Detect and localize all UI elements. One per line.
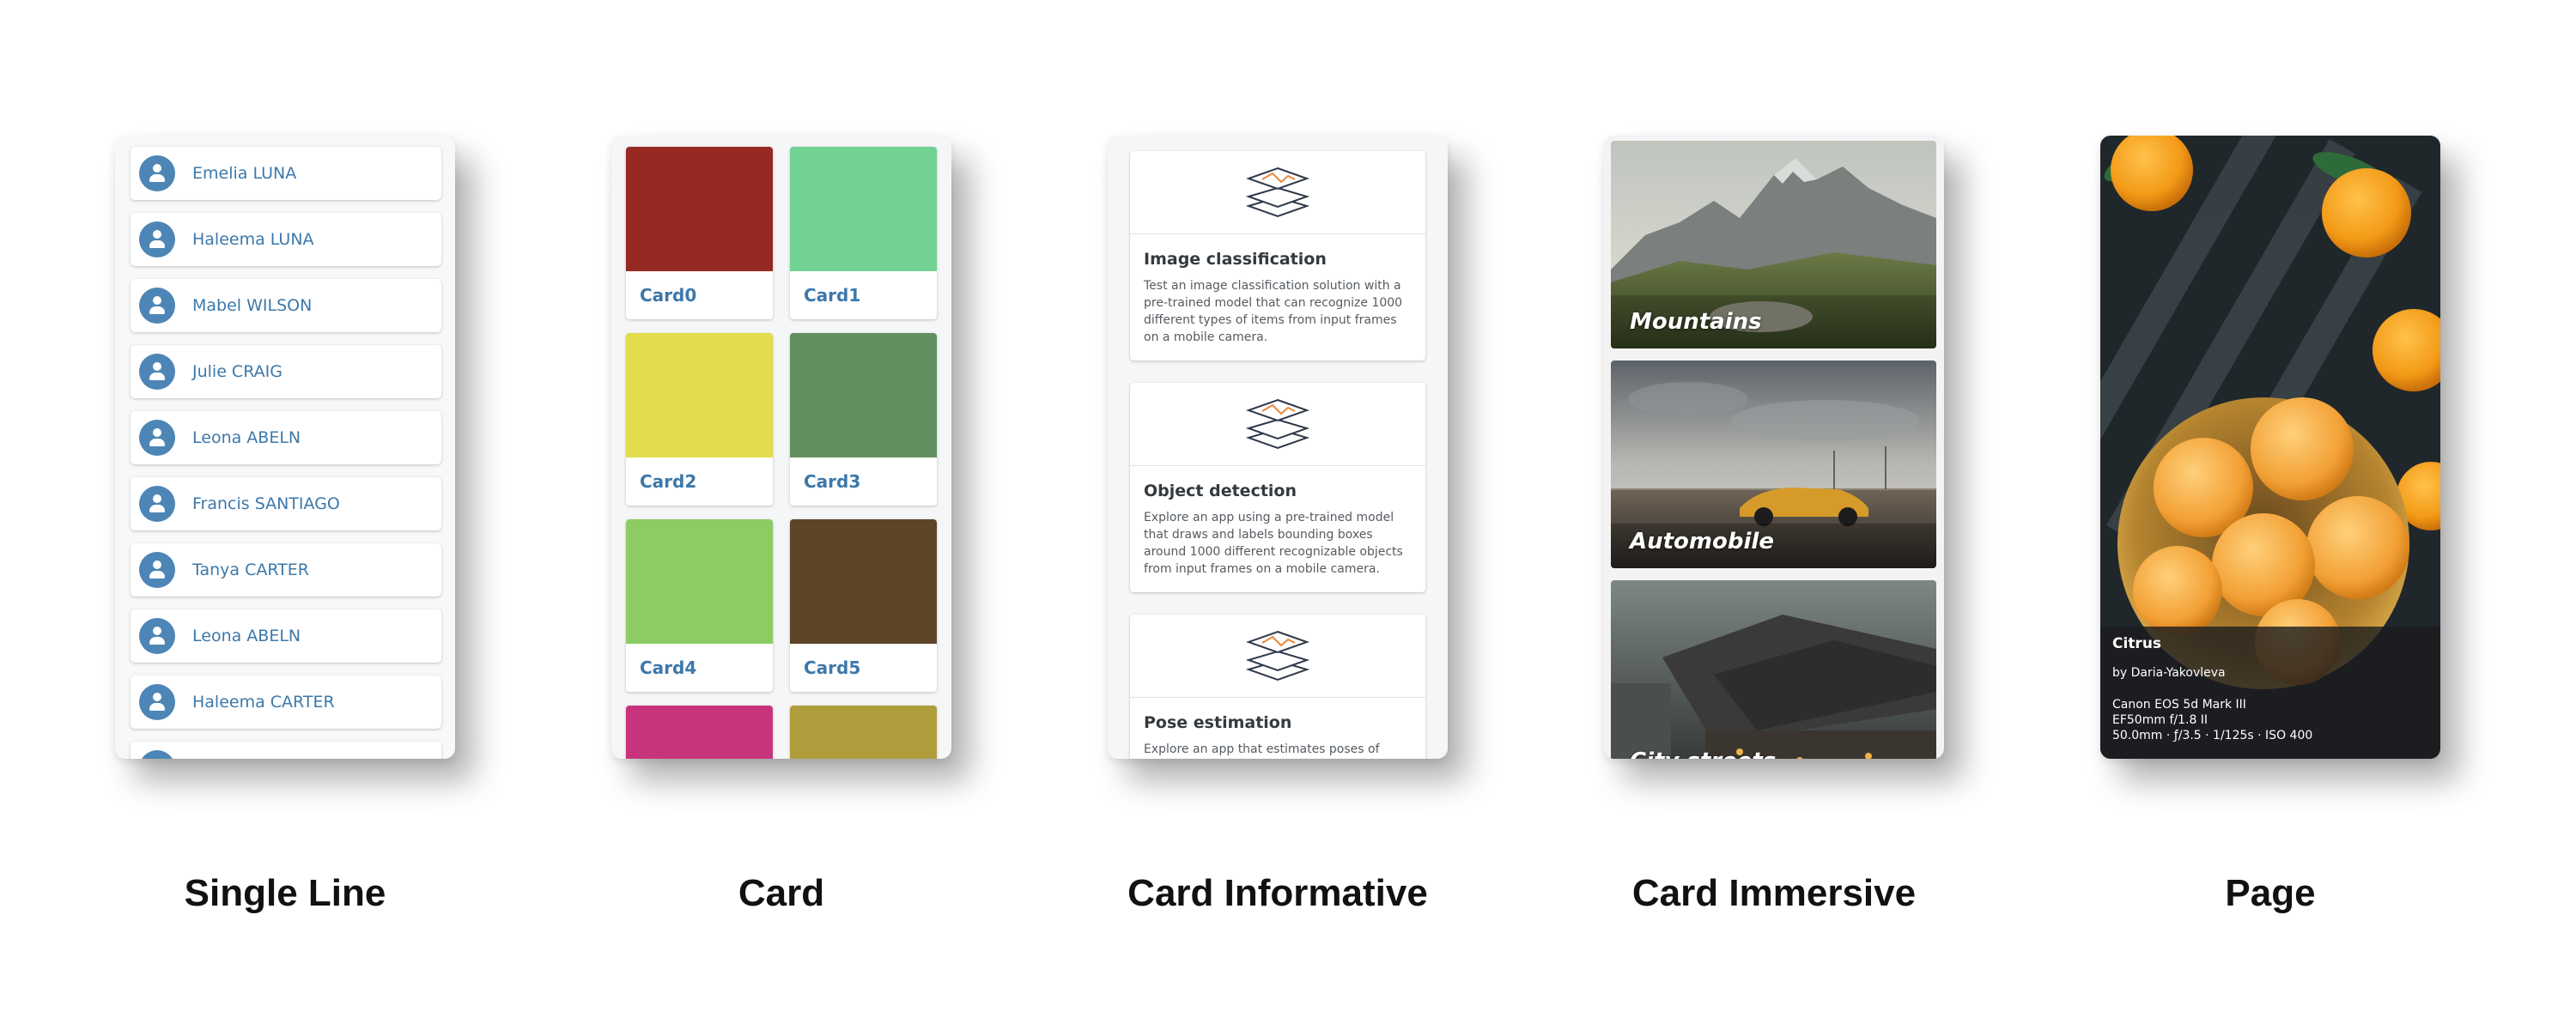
list-item-name: Haleema LUNA <box>192 230 314 249</box>
color-card[interactable]: Card5 <box>790 519 937 692</box>
immersive-card-automobile[interactable]: Automobile <box>1611 360 1936 568</box>
list-item[interactable]: Mabel WILSON <box>131 279 441 332</box>
photo-info-panel: Citrus by Daria-Yakovleva Canon EOS 5d M… <box>2100 627 2440 759</box>
card-grid-screen: Card0 Card1 Card2 Card3 Card4 Card5 <box>611 136 951 759</box>
color-card[interactable]: Card4 <box>626 519 773 692</box>
card-description: Test an image classification solution wi… <box>1144 279 1403 344</box>
card-color-swatch <box>626 519 773 644</box>
card-color-swatch <box>626 333 773 457</box>
color-card[interactable] <box>790 706 937 759</box>
exposure-settings: 50.0mm · ƒ/3.5 · 1/125s · ISO 400 <box>2112 729 2313 742</box>
card-title: Object detection <box>1144 482 1297 500</box>
single-line-list-screen: Emelia LUNA Haleema LUNA Mabel WILSON Julie… <box>115 136 455 759</box>
list-item-name: Julie CRAIG <box>192 362 283 381</box>
camera-model: Canon EOS 5d Mark III <box>2112 698 2246 712</box>
list-item-name: Emelia LUNA <box>192 164 297 183</box>
list-item-name: Mabel WILSON <box>192 296 313 315</box>
immersive-card-city-streets[interactable]: City streets <box>1611 580 1936 759</box>
list-item-name: Tanya CARTER <box>192 560 309 579</box>
card-description: Explore an app using a pre-trained model… <box>1144 511 1403 576</box>
card-grid: Card0 Card1 Card2 Card3 Card4 Card5 <box>626 147 937 759</box>
person-avatar-icon <box>139 486 175 522</box>
city-streets-photo <box>1611 580 1936 759</box>
color-card[interactable]: Card0 <box>626 147 773 319</box>
card-color-swatch <box>790 147 937 271</box>
card-color-swatch <box>790 519 937 644</box>
person-avatar-icon <box>139 288 175 324</box>
photo-title: Citrus <box>2112 635 2162 652</box>
color-card[interactable]: Card2 <box>626 333 773 506</box>
card-informative-screen: Image classification Test an image classi… <box>1108 136 1448 759</box>
list-item-name: Leona ABELN <box>192 428 301 447</box>
list-item[interactable]: Leona ABELN <box>131 609 441 663</box>
card-immersive-screen: Mountains Automobile <box>1604 136 1944 759</box>
card-label: Card3 <box>804 471 861 492</box>
list-item[interactable]: Emelia LUNA <box>131 147 441 200</box>
immersive-card-label: City streets <box>1630 748 1776 759</box>
card-color-swatch <box>626 147 773 271</box>
card-icon-area <box>1130 383 1425 466</box>
card-color-swatch <box>790 706 937 759</box>
informative-card[interactable]: Object detection Explore an app using a p… <box>1130 383 1425 592</box>
card-icon-area <box>1130 615 1425 698</box>
card-title: Pose estimation <box>1144 713 1292 732</box>
list-item[interactable]: Leona ABELN <box>131 411 441 464</box>
card-title: Image classification <box>1144 250 1327 269</box>
card-label: Card0 <box>640 285 697 306</box>
card-color-swatch <box>626 706 773 759</box>
color-card[interactable] <box>626 706 773 759</box>
card-icon-area <box>1130 151 1425 234</box>
lens-model: EF50mm f/1.8 II <box>2112 713 2208 727</box>
person-avatar-icon <box>139 684 175 720</box>
card-color-swatch <box>790 333 937 457</box>
card-label: Card1 <box>804 285 861 306</box>
list-item[interactable]: Haleema CARTER <box>131 676 441 729</box>
person-avatar-icon <box>139 552 175 588</box>
list-item[interactable]: Francis SANTIAGO <box>131 477 441 530</box>
card-description: Explore an app that estimates poses of <box>1144 742 1380 756</box>
person-avatar-icon <box>139 618 175 654</box>
person-avatar-icon <box>139 155 175 191</box>
immersive-card-mountains[interactable]: Mountains <box>1611 141 1936 348</box>
list-item[interactable]: Tanya CARTER <box>131 543 441 597</box>
layers-classification-icon <box>1245 167 1310 218</box>
color-card[interactable]: Card3 <box>790 333 937 506</box>
list-item[interactable]: Julie CRAIG <box>131 345 441 398</box>
color-card[interactable]: Card1 <box>790 147 937 319</box>
caption-card-informative: Card Informative <box>1127 872 1428 914</box>
immersive-card-list: Mountains Automobile <box>1611 141 1936 759</box>
card-label: Card5 <box>804 657 861 678</box>
informative-card[interactable]: Image classification Test an image classi… <box>1130 151 1425 360</box>
caption-single-line: Single Line <box>184 872 386 914</box>
list-item-name: Haleema CARTER <box>192 693 335 712</box>
card-label: Card2 <box>640 471 697 492</box>
card-label: Card4 <box>640 657 697 678</box>
person-avatar-icon <box>139 354 175 390</box>
page-screen: Citrus by Daria-Yakovleva Canon EOS 5d M… <box>2100 136 2440 759</box>
layers-detection-icon <box>1245 398 1310 450</box>
person-avatar-icon <box>139 221 175 258</box>
informative-card[interactable]: Pose estimation Explore an app that estim… <box>1130 615 1425 759</box>
layers-pose-icon <box>1245 630 1310 682</box>
contact-list: Emelia LUNA Haleema LUNA Mabel WILSON Julie… <box>131 147 441 759</box>
caption-card-immersive: Card Immersive <box>1631 872 1917 914</box>
photo-author: by Daria-Yakovleva <box>2112 666 2226 680</box>
list-item[interactable] <box>131 742 441 759</box>
person-avatar-icon <box>139 420 175 456</box>
caption-card: Card <box>738 872 825 914</box>
caption-page: Page <box>2225 872 2316 914</box>
person-avatar-icon <box>139 750 175 759</box>
list-item-name: Francis SANTIAGO <box>192 494 340 513</box>
list-item[interactable]: Haleema LUNA <box>131 213 441 266</box>
list-item-name: Leona ABELN <box>192 627 301 645</box>
immersive-card-label: Mountains <box>1630 309 1762 335</box>
photo-exif: Canon EOS 5d Mark III EF50mm f/1.8 II 50… <box>2112 697 2312 743</box>
informative-card-list: Image classification Test an image classi… <box>1130 151 1425 759</box>
immersive-card-label: Automobile <box>1630 529 1774 554</box>
